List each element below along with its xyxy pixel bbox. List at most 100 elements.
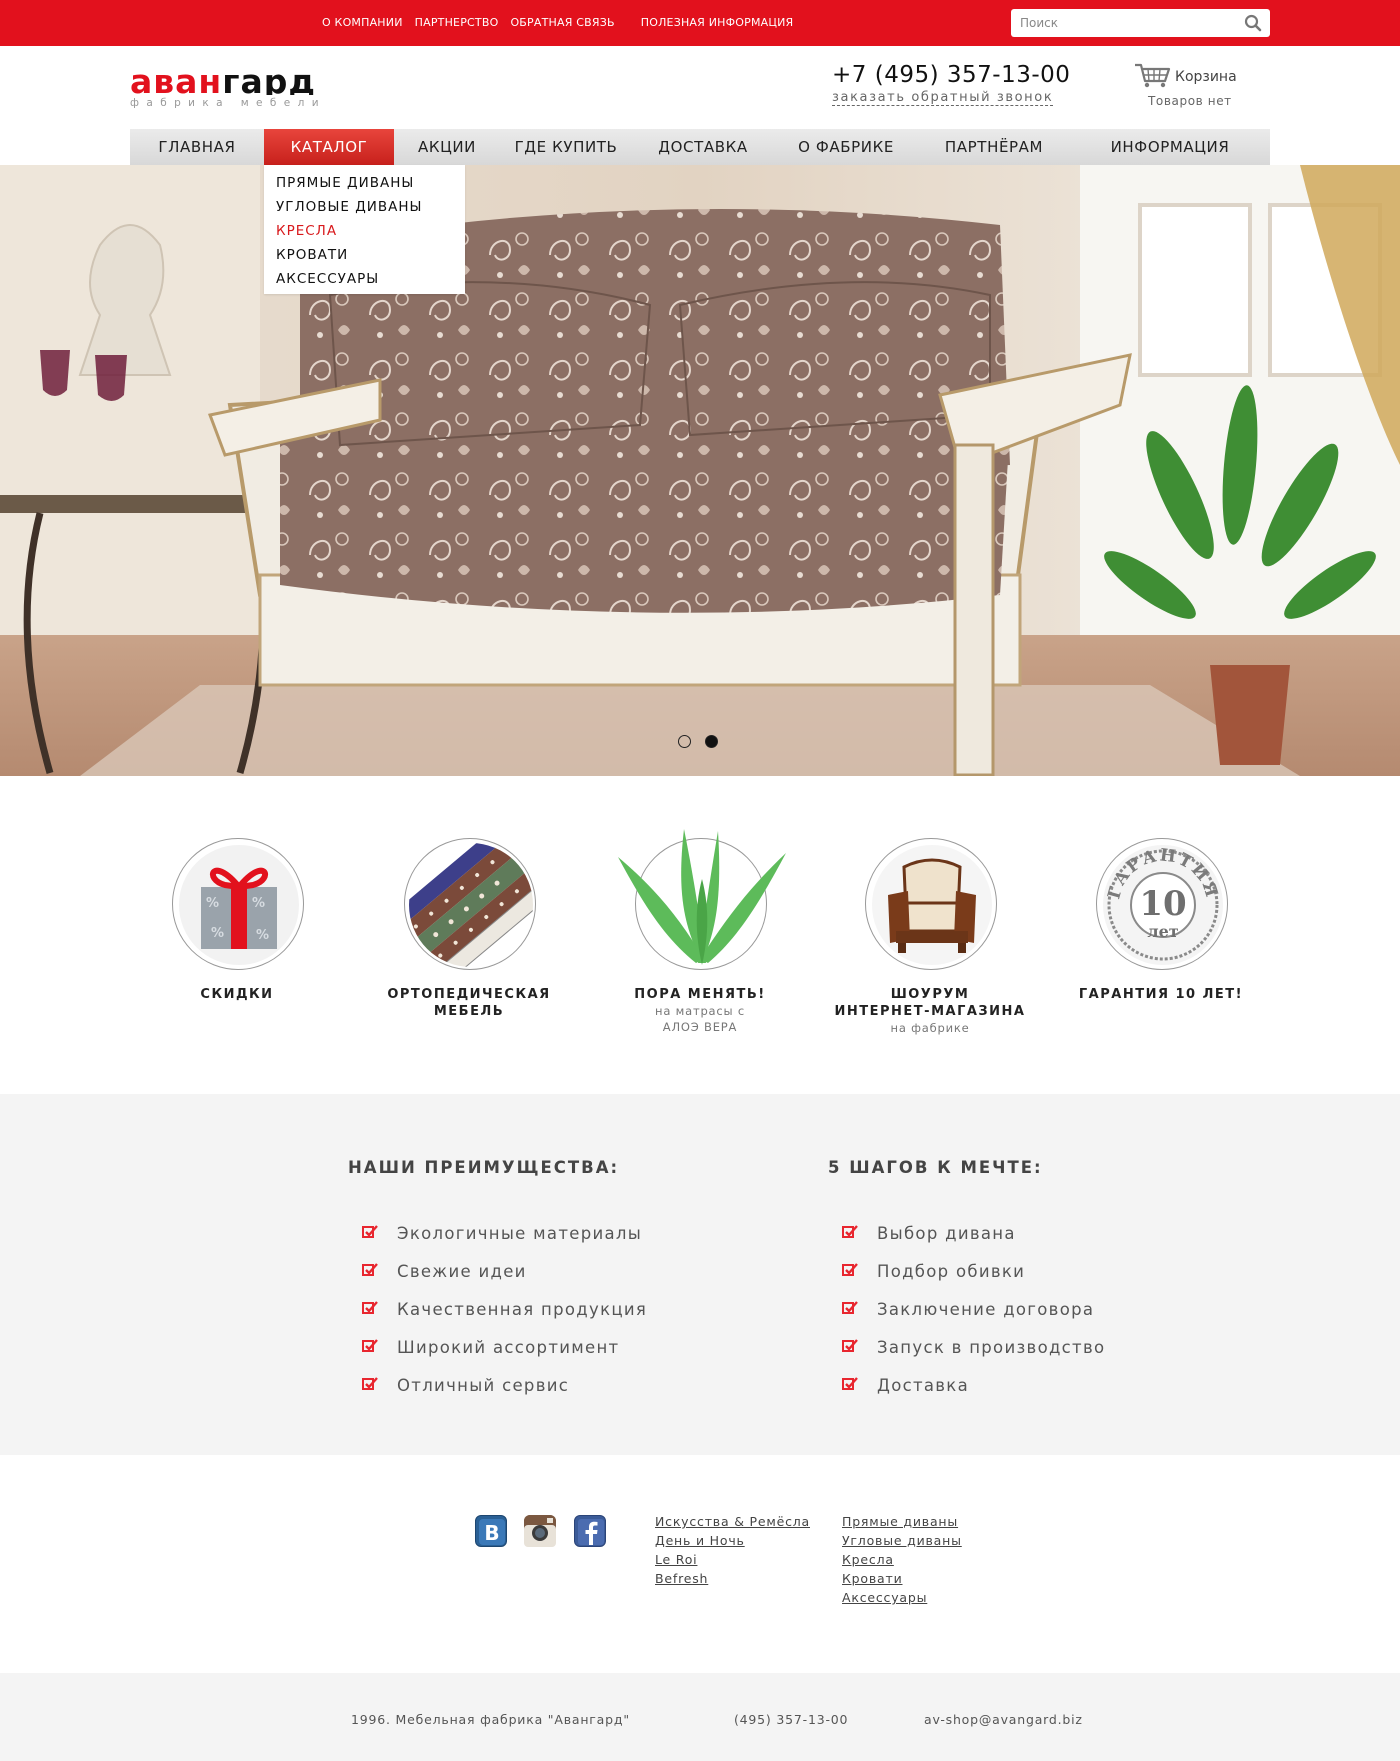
facebook-icon[interactable] <box>574 1515 606 1547</box>
top-bar: О КОМПАНИИ ПАРТНЕРСТВО ОБРАТНАЯ СВЯЗЬ ПО… <box>0 0 1400 46</box>
slider-dot-1[interactable] <box>678 735 691 748</box>
hero-image <box>0 165 1400 776</box>
cart-label: Корзина <box>1175 69 1237 85</box>
steps-column: 5 ШАГОВ К МЕЧТЕ: Выбор дивана Подбор оби… <box>828 1158 1248 1405</box>
gift-icon: %%%% <box>179 845 299 965</box>
svg-text:B: B <box>484 1521 499 1545</box>
check-icon <box>842 1263 858 1276</box>
aloe-icon <box>618 829 786 965</box>
nav-home[interactable]: ГЛАВНАЯ <box>130 129 264 165</box>
feature-title: ГАРАНТИЯ 10 ЛЕТ! <box>1078 987 1244 1002</box>
cart-icon <box>1135 63 1171 88</box>
callback-link[interactable]: заказать обратный звонок <box>832 91 1054 106</box>
vk-icon[interactable]: B <box>475 1515 507 1547</box>
cart[interactable]: Корзина Товаров нет <box>1134 62 1274 112</box>
top-nav-partnership[interactable]: ПАРТНЕРСТВО <box>415 16 499 29</box>
dropdown-item-accessories[interactable]: АКСЕССУАРЫ <box>264 267 465 291</box>
advantages-title: НАШИ ПРЕИМУЩЕСТВА: <box>348 1158 620 1177</box>
catalog-links: Прямые диваны Угловые диваны Кресла Кров… <box>842 1512 962 1607</box>
feature-title: ШОУРУМ ИНТЕРНЕТ-МАГАЗИНА <box>834 987 1026 1019</box>
top-nav: О КОМПАНИИ ПАРТНЕРСТВО ОБРАТНАЯ СВЯЗЬ ПО… <box>322 16 805 29</box>
svg-text:%: % <box>256 928 269 943</box>
check-icon <box>362 1339 378 1352</box>
nav-catalog[interactable]: КАТАЛОГ <box>264 129 394 165</box>
slider-dot-2[interactable] <box>705 735 718 748</box>
check-icon <box>362 1377 378 1390</box>
header-phone: +7 (495) 357-13-00 <box>832 62 1071 88</box>
catalog-link[interactable]: Аксессуары <box>842 1588 962 1607</box>
search-icon[interactable] <box>1244 14 1262 32</box>
step-item: Подбор обивки <box>828 1253 1248 1291</box>
feature-circle <box>618 829 786 970</box>
brand-link[interactable]: День и Ночь <box>655 1531 810 1550</box>
feature-subtitle: на фабрике <box>890 1021 970 1035</box>
feature-aloe[interactable]: ПОРА МЕНЯТЬ! на матрасы с АЛОЭ ВЕРА <box>585 829 815 1058</box>
dropdown-item-armchairs[interactable]: КРЕСЛА <box>264 219 465 243</box>
nav-promotions[interactable]: АКЦИИ <box>394 129 500 165</box>
feature-warranty[interactable]: ГАРАНТИЯ 10 лет ГАРАНТИЯ 10 ЛЕТ! <box>1046 838 1276 1058</box>
hero-slider[interactable] <box>0 165 1400 776</box>
nav-where-to-buy[interactable]: ГДЕ КУПИТЬ <box>500 129 632 165</box>
search-box <box>1011 9 1270 37</box>
feature-circle: ГАРАНТИЯ 10 лет <box>1096 838 1228 970</box>
logo-subtitle: фабрика мебели <box>130 97 326 109</box>
nav-information[interactable]: ИНФОРМАЦИЯ <box>1070 129 1270 165</box>
footer-email[interactable]: av-shop@avangard.biz <box>924 1712 1083 1727</box>
dropdown-item-beds[interactable]: КРОВАТИ <box>264 243 465 267</box>
svg-text:%: % <box>206 896 219 911</box>
svg-text:лет: лет <box>1147 922 1178 941</box>
brand-link[interactable]: Le Roi <box>655 1550 810 1569</box>
feature-title: СКИДКИ <box>200 987 274 1002</box>
catalog-link[interactable]: Кресла <box>842 1550 962 1569</box>
search-input[interactable] <box>1011 9 1231 37</box>
nav-delivery[interactable]: ДОСТАВКА <box>632 129 774 165</box>
check-icon <box>842 1377 858 1390</box>
top-nav-about[interactable]: О КОМПАНИИ <box>322 16 403 29</box>
step-item: Запуск в производство <box>828 1329 1248 1367</box>
mattress-layers-icon <box>409 843 533 967</box>
footer-copyright: 1996. Мебельная фабрика "Авангард" <box>351 1712 630 1727</box>
cart-status: Товаров нет <box>1148 94 1232 108</box>
feature-showroom[interactable]: ШОУРУМ ИНТЕРНЕТ-МАГАЗИНА на фабрике <box>815 838 1045 1058</box>
catalog-dropdown: ПРЯМЫЕ ДИВАНЫ УГЛОВЫЕ ДИВАНЫ КРЕСЛА КРОВ… <box>264 165 465 294</box>
nav-partners[interactable]: ПАРТНЁРАМ <box>918 129 1070 165</box>
check-icon <box>842 1301 858 1314</box>
top-nav-useful-info[interactable]: ПОЛЕЗНАЯ ИНФОРМАЦИЯ <box>641 16 794 29</box>
check-icon <box>362 1301 378 1314</box>
svg-text:%: % <box>252 896 265 911</box>
feature-orthopedic[interactable]: ОРТОПЕДИЧЕСКАЯ МЕБЕЛЬ <box>354 838 584 1058</box>
svg-text:10: 10 <box>1139 884 1186 924</box>
catalog-link[interactable]: Прямые диваны <box>842 1512 962 1531</box>
feature-circle <box>865 838 997 970</box>
svg-text:%: % <box>211 926 224 941</box>
catalog-link[interactable]: Кровати <box>842 1569 962 1588</box>
footer-phone: (495) 357-13-00 <box>734 1712 849 1727</box>
catalog-link[interactable]: Угловые диваны <box>842 1531 962 1550</box>
feature-title: ОРТОПЕДИЧЕСКАЯ МЕБЕЛЬ <box>387 987 551 1019</box>
step-item: Выбор дивана <box>828 1215 1248 1253</box>
check-icon <box>362 1225 378 1238</box>
instagram-icon[interactable] <box>524 1515 556 1547</box>
feature-circle <box>404 838 536 970</box>
brand-link[interactable]: Befresh <box>655 1569 810 1588</box>
step-item: Доставка <box>828 1367 1248 1405</box>
feature-circle: %%%% <box>172 838 304 970</box>
feature-discounts[interactable]: %%%% СКИДКИ <box>122 838 352 1058</box>
brand-links: Искусства & Ремёсла День и Ночь Le Roi B… <box>655 1512 810 1588</box>
check-icon <box>362 1263 378 1276</box>
nav-about-factory[interactable]: О ФАБРИКЕ <box>774 129 918 165</box>
top-nav-feedback[interactable]: ОБРАТНАЯ СВЯЗЬ <box>510 16 614 29</box>
advantage-item: Качественная продукция <box>348 1291 768 1329</box>
advantages-column: НАШИ ПРЕИМУЩЕСТВА: Экологичные материалы… <box>348 1158 768 1405</box>
dropdown-item-straight-sofas[interactable]: ПРЯМЫЕ ДИВАНЫ <box>264 171 465 195</box>
logo[interactable]: авангард фабрика мебели <box>130 65 370 110</box>
advantage-item: Свежие идеи <box>348 1253 768 1291</box>
brand-link[interactable]: Искусства & Ремёсла <box>655 1512 810 1531</box>
armchair-icon <box>872 845 992 965</box>
advantage-item: Экологичные материалы <box>348 1215 768 1253</box>
advantages-section: НАШИ ПРЕИМУЩЕСТВА: Экологичные материалы… <box>0 1094 1400 1455</box>
steps-title: 5 ШАГОВ К МЕЧТЕ: <box>828 1158 1043 1177</box>
logo-wordmark: авангард <box>130 65 317 95</box>
dropdown-item-corner-sofas[interactable]: УГЛОВЫЕ ДИВАНЫ <box>264 195 465 219</box>
feature-subtitle: на матрасы с АЛОЭ ВЕРА <box>655 1004 745 1034</box>
